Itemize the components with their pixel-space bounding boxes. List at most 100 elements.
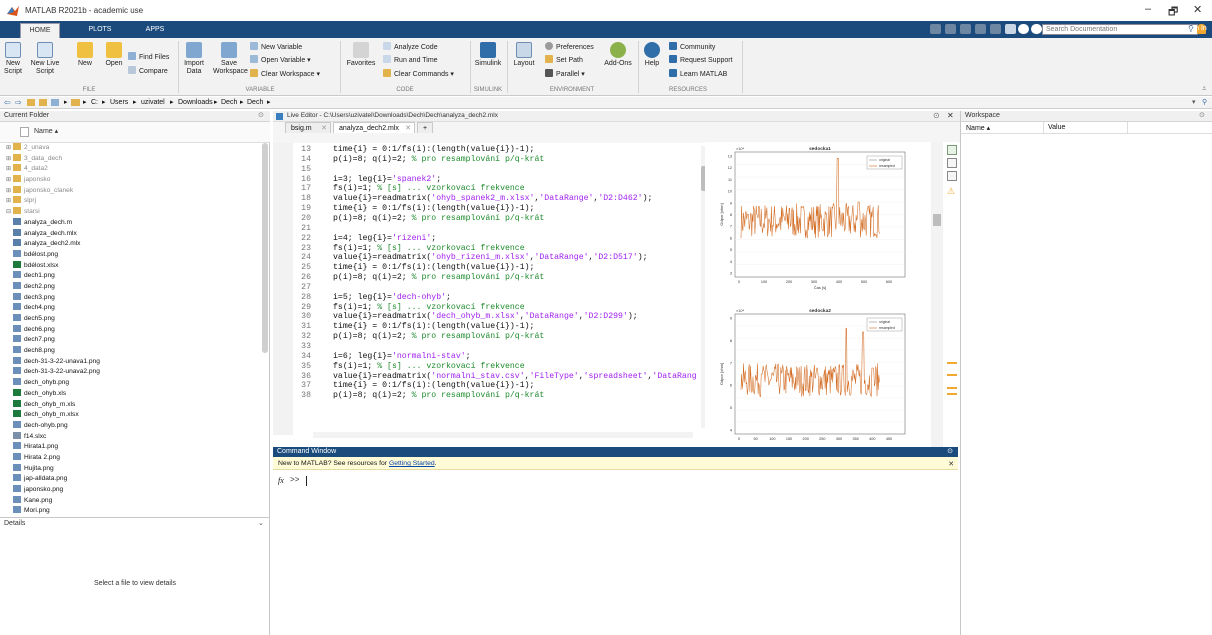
new-script-button[interactable]: New Script bbox=[4, 60, 22, 75]
code-line[interactable]: 32 p(i)=8; q(i)=2; % pro resamplování p/q… bbox=[273, 332, 705, 342]
code-line[interactable]: 16 i=3; leg{i}='spanek2'; bbox=[273, 175, 705, 185]
clear-workspace-button[interactable]: Clear Workspace ▾ bbox=[261, 71, 320, 78]
file-item[interactable]: Hirata 2.png bbox=[6, 452, 269, 464]
tab-home[interactable]: HOME bbox=[20, 23, 60, 38]
simulink-button[interactable]: Simulink bbox=[475, 60, 501, 67]
code-line[interactable]: 35 fs(i)=1; % [s] ... vzorkovací frekvenc… bbox=[273, 362, 705, 372]
up-folder-icon[interactable] bbox=[27, 99, 35, 106]
help-button[interactable]: Help bbox=[645, 60, 659, 67]
browse-folder-icon[interactable] bbox=[39, 99, 47, 106]
code-line[interactable]: 14 p(i)=8; q(i)=2; % pro resamplování p/q… bbox=[273, 155, 705, 165]
file-item[interactable]: dech-31-3-22-unava1.png bbox=[6, 356, 269, 368]
paste-icon[interactable] bbox=[975, 24, 986, 34]
file-item[interactable]: dech1.png bbox=[6, 271, 269, 282]
folder-scrollbar[interactable] bbox=[262, 143, 268, 353]
panel-menu-icon[interactable]: ⊙ bbox=[258, 111, 264, 121]
sign-in-link-visible[interactable]: Sign In bbox=[1185, 25, 1207, 32]
file-item[interactable]: dech4.png bbox=[6, 303, 269, 314]
open-button[interactable]: Open bbox=[105, 60, 122, 67]
code-line[interactable]: 30 value{i}=readmatrix('dech_ohyb_m.xlsx'… bbox=[273, 312, 705, 322]
getting-started-link[interactable]: Getting Started bbox=[389, 460, 435, 467]
file-item[interactable]: japonsko.png bbox=[6, 485, 269, 496]
file-item[interactable]: dech-ohyb.png bbox=[6, 420, 269, 432]
expand-toggle-icon[interactable]: ⊞ bbox=[6, 175, 13, 186]
code-line[interactable]: 24 value{i}=readmatrix('ohyb_rizeni_m.xls… bbox=[273, 253, 705, 263]
code-line[interactable]: 29 fs(i)=1; % [s] ... vzorkovací frekvenc… bbox=[273, 303, 705, 313]
clear-commands-button[interactable]: Clear Commands ▾ bbox=[394, 71, 454, 78]
editor-close-icon[interactable]: ✕ bbox=[947, 111, 954, 120]
code-line[interactable]: 28 i=5; leg{i}='dech-ohyb'; bbox=[273, 293, 705, 303]
code-line[interactable]: 38 p(i)=8; q(i)=2; % pro resamplování p/q… bbox=[273, 391, 705, 401]
workspace-value-column[interactable]: Value bbox=[1048, 124, 1065, 131]
tab-bsig[interactable]: bsig.m ✕ bbox=[285, 122, 331, 133]
warning-marker[interactable] bbox=[947, 393, 957, 395]
code-line[interactable]: 13 time{i} = 0:1/fs(i):(length(value{i})-… bbox=[273, 145, 705, 155]
tab-close-icon[interactable]: ✕ bbox=[321, 123, 327, 134]
file-item[interactable]: Kane.png bbox=[6, 495, 269, 507]
file-item[interactable]: dech8.png bbox=[6, 346, 269, 357]
favorites-button[interactable]: Favorites bbox=[347, 60, 376, 67]
output-scroll-thumb[interactable] bbox=[933, 214, 941, 226]
file-item[interactable]: dech6.png bbox=[6, 324, 269, 336]
file-item[interactable]: dech3.png bbox=[6, 292, 269, 304]
path-part-downloads[interactable]: Downloads bbox=[178, 97, 213, 109]
workspace-menu-icon[interactable]: ⊙ bbox=[1199, 111, 1205, 121]
search-folder-icon[interactable] bbox=[51, 99, 59, 106]
expand-toggle-icon[interactable]: ⊞ bbox=[6, 143, 13, 154]
tab-close-icon[interactable]: ✕ bbox=[405, 123, 411, 134]
path-part-users[interactable]: Users bbox=[110, 97, 128, 109]
add-ons-button[interactable]: Add-Ons bbox=[604, 60, 632, 67]
address-dropdown-icon[interactable]: ▾ bbox=[1192, 97, 1196, 109]
code-line[interactable]: 20 p(i)=8; q(i)=2; % pro resamplování p/q… bbox=[273, 214, 705, 224]
workspace-name-column[interactable]: Name ▴ bbox=[966, 124, 990, 132]
learn-matlab-button[interactable]: Learn MATLAB bbox=[680, 71, 727, 78]
set-path-button[interactable]: Set Path bbox=[556, 57, 583, 64]
switch-windows-icon[interactable] bbox=[1005, 24, 1016, 34]
folder-item[interactable]: ⊞ japonsko bbox=[6, 175, 269, 186]
expand-toggle-icon[interactable]: ⊞ bbox=[6, 164, 13, 175]
request-support-button[interactable]: Request Support bbox=[680, 57, 733, 64]
output-inline-icon[interactable] bbox=[947, 145, 957, 155]
command-input[interactable] bbox=[306, 476, 307, 486]
code-line[interactable]: 26 p(i)=8; q(i)=2; % pro resamplování p/q… bbox=[273, 273, 705, 283]
file-item[interactable]: analyza_dech.m bbox=[6, 217, 269, 229]
search-documentation-input[interactable]: Search Documentation bbox=[1042, 24, 1198, 35]
code-line[interactable]: 25 time{i} = 0:1/fs(i):(length(value{i})-… bbox=[273, 263, 705, 273]
forward-arrow-icon[interactable]: ⇨ bbox=[15, 97, 22, 109]
run-and-time-button[interactable]: Run and Time bbox=[394, 57, 438, 64]
minimize-button[interactable]: – bbox=[1145, 3, 1151, 15]
folder-item[interactable]: ⊞ slprj bbox=[6, 196, 269, 207]
compare-button[interactable]: Compare bbox=[139, 68, 168, 75]
code-area[interactable]: 13 time{i} = 0:1/fs(i):(length(value{i})-… bbox=[273, 143, 705, 435]
code-line[interactable]: 22 i=4; leg{i}='rizeni'; bbox=[273, 234, 705, 244]
new-tab-button[interactable]: + bbox=[417, 122, 433, 133]
code-line[interactable]: 23 fs(i)=1; % [s] ... vzorkovací frekvenc… bbox=[273, 244, 705, 254]
editor-menu-icon[interactable]: ⊙ bbox=[933, 111, 940, 120]
file-item[interactable]: analyza_dech2.mlx bbox=[6, 239, 269, 250]
find-files-button[interactable]: Find Files bbox=[139, 54, 169, 61]
preferences-button[interactable]: Preferences bbox=[556, 44, 594, 51]
folder-item[interactable]: ⊞ japonsko_clanek bbox=[6, 185, 269, 197]
new-button[interactable]: New bbox=[78, 60, 92, 67]
expand-toggle-icon[interactable]: ⊟ bbox=[6, 207, 13, 218]
parallel-button[interactable]: Parallel ▾ bbox=[556, 71, 585, 78]
code-line[interactable]: 17 fs(i)=1; % [s] ... vzorkovací frekvenc… bbox=[273, 184, 705, 194]
tab-plots[interactable]: PLOTS bbox=[80, 21, 120, 38]
path-part-dech[interactable]: Dech bbox=[221, 97, 237, 109]
save-icon[interactable] bbox=[930, 24, 941, 34]
save-workspace-button[interactable]: Save Workspace bbox=[213, 60, 248, 75]
file-item[interactable]: analyza_dech.mlx bbox=[6, 228, 269, 240]
tab-analyza-dech2[interactable]: analyza_dech2.mlx ✕ bbox=[333, 122, 415, 133]
path-part-dech-2[interactable]: Dech bbox=[247, 97, 263, 109]
code-line[interactable]: 27 bbox=[273, 283, 705, 293]
details-collapse-icon[interactable]: ⌄ bbox=[258, 518, 264, 529]
copy-icon[interactable] bbox=[960, 24, 971, 34]
back-arrow-icon[interactable]: ⇦ bbox=[4, 97, 11, 109]
file-item[interactable]: Hirata1.png bbox=[6, 442, 269, 453]
help-icon[interactable] bbox=[1018, 24, 1029, 34]
maximize-button[interactable]: 🗗 bbox=[1168, 3, 1178, 22]
undo-icon[interactable] bbox=[990, 24, 1001, 34]
file-item[interactable]: dech-31-3-22-unava2.png bbox=[6, 367, 269, 378]
code-line[interactable]: 37 time{i} = 0:1/fs(i):(length(value{i})-… bbox=[273, 381, 705, 391]
file-item[interactable]: dech7.png bbox=[6, 335, 269, 346]
